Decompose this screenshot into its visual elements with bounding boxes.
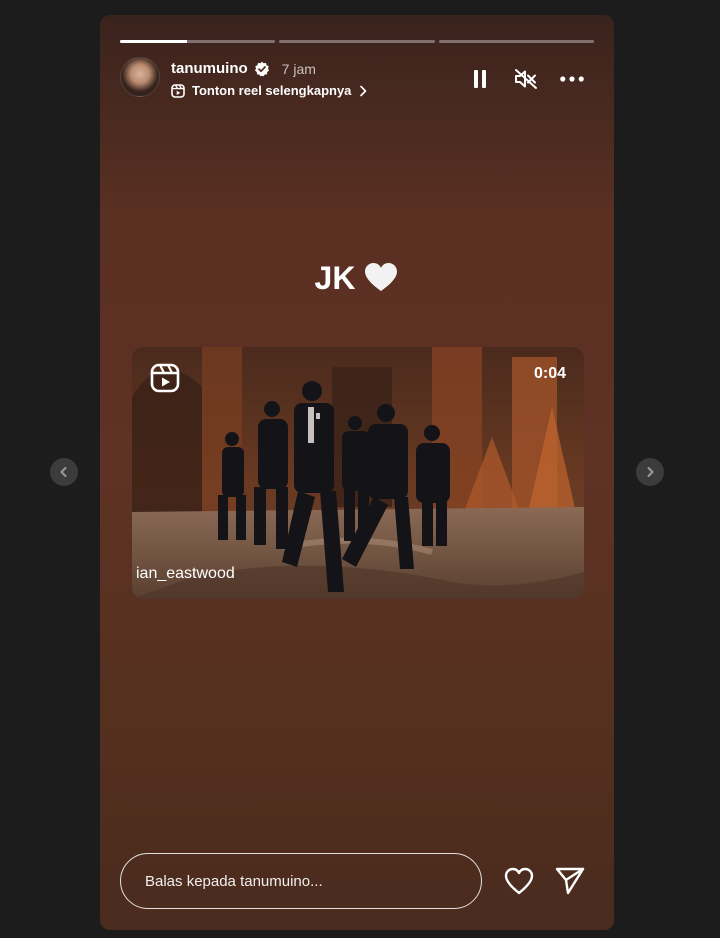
send-icon[interactable] bbox=[554, 866, 586, 896]
muted-speaker-icon bbox=[515, 69, 537, 89]
story-header: tanumuino 7 jam Tonton reel selengkapnya bbox=[120, 57, 594, 101]
username[interactable]: tanumuino bbox=[171, 60, 248, 77]
story-card[interactable]: tanumuino 7 jam Tonton reel selengkapnya bbox=[100, 15, 614, 930]
post-time: 7 jam bbox=[281, 60, 316, 77]
watch-full-reel-label: Tonton reel selengkapnya bbox=[192, 83, 352, 98]
reels-icon bbox=[171, 83, 185, 98]
reel-author[interactable]: ian_eastwood bbox=[136, 565, 235, 583]
watch-full-reel-link[interactable]: Tonton reel selengkapnya bbox=[171, 83, 368, 98]
progress-segment bbox=[120, 40, 276, 43]
pause-icon bbox=[474, 70, 486, 88]
caption-text: JK bbox=[314, 260, 356, 296]
mute-button[interactable] bbox=[514, 67, 538, 91]
previous-story-button[interactable] bbox=[50, 458, 78, 486]
white-heart-icon bbox=[365, 263, 398, 291]
story-controls bbox=[468, 67, 584, 91]
user-line: tanumuino 7 jam bbox=[171, 60, 316, 77]
story-caption: JK bbox=[100, 260, 614, 297]
progress-segment bbox=[279, 40, 435, 43]
story-viewer-page: tanumuino 7 jam Tonton reel selengkapnya bbox=[0, 0, 720, 938]
reply-input[interactable] bbox=[120, 853, 482, 909]
chevron-right-icon bbox=[360, 85, 367, 96]
more-options-icon bbox=[560, 76, 584, 82]
verified-badge-icon bbox=[254, 61, 269, 76]
pause-button[interactable] bbox=[468, 67, 492, 91]
progress-fill bbox=[120, 40, 187, 43]
reel-duration: 0:04 bbox=[533, 365, 566, 382]
next-story-button[interactable] bbox=[636, 458, 664, 486]
story-progress-bar bbox=[120, 40, 594, 43]
reel-thumbnail bbox=[132, 347, 584, 599]
shared-reel-card[interactable]: 0:04 ian_eastwood bbox=[132, 347, 584, 599]
heart-outline-icon[interactable] bbox=[503, 866, 535, 896]
avatar[interactable] bbox=[120, 57, 160, 97]
progress-segment bbox=[438, 40, 594, 43]
chevron-left-icon bbox=[60, 467, 67, 477]
reels-icon bbox=[150, 363, 180, 393]
chevron-right-icon bbox=[647, 467, 654, 477]
more-options-button[interactable] bbox=[560, 67, 584, 91]
